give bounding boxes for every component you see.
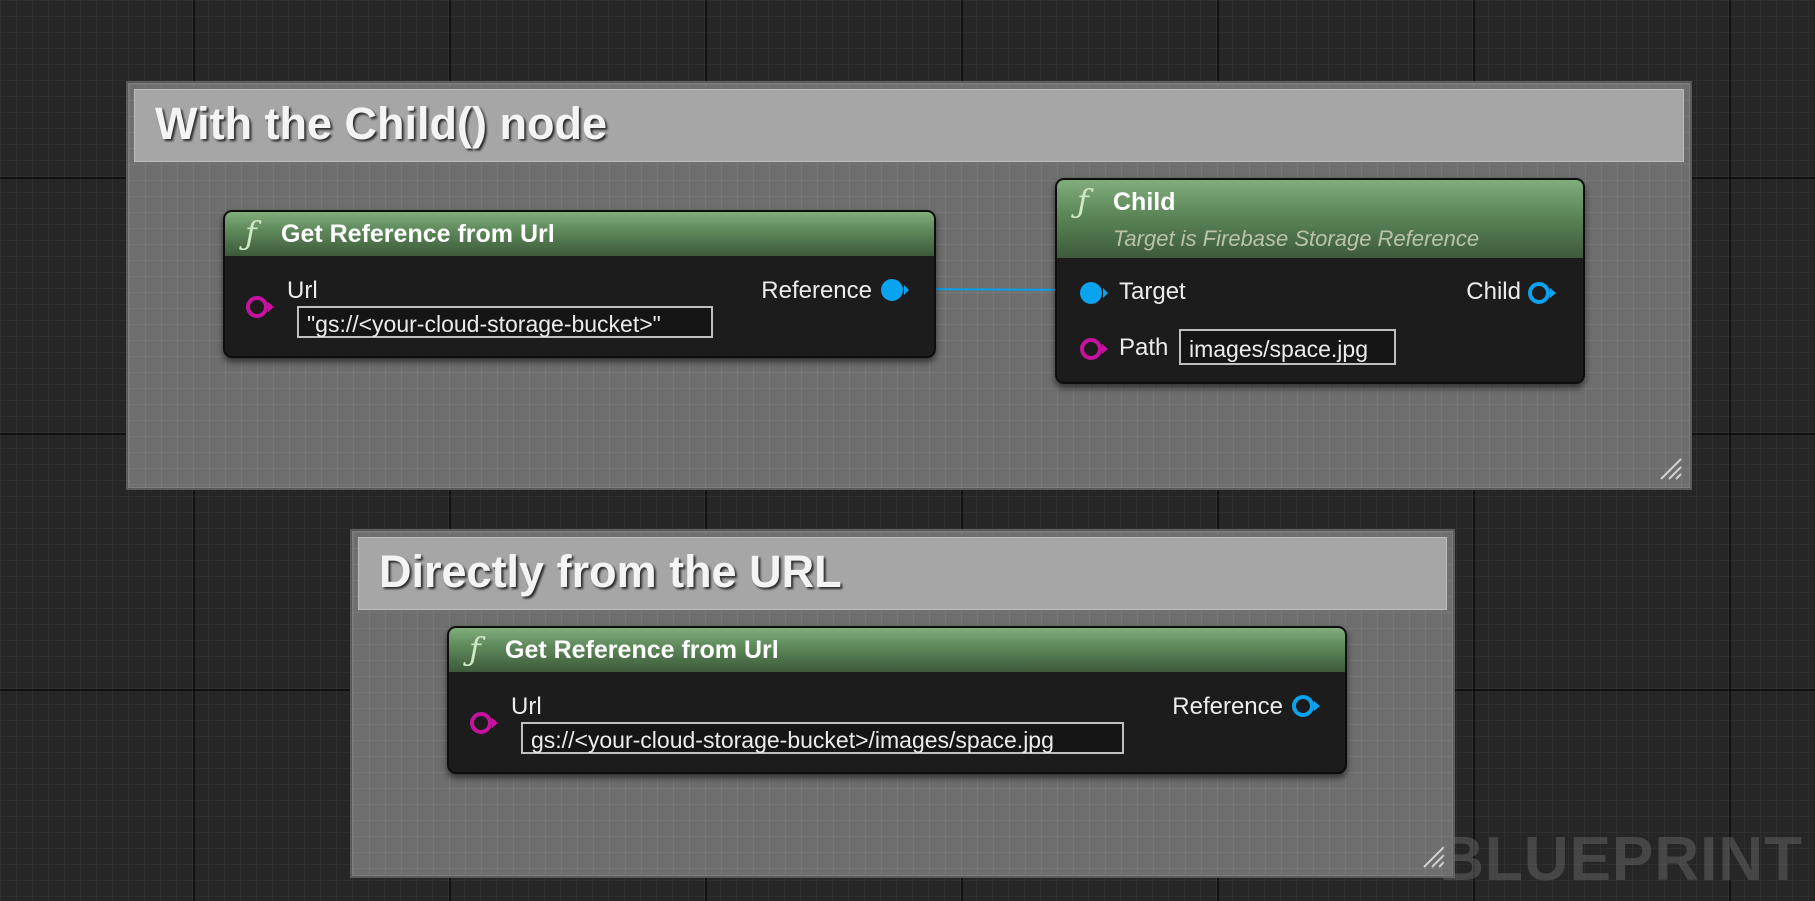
function-icon: ƒ — [245, 214, 257, 252]
child-pin-label: Child — [1466, 278, 1521, 305]
url-pin-label: Url — [287, 277, 318, 304]
object-pin-icon[interactable] — [880, 276, 910, 304]
node-child[interactable]: ƒ Child Target is Firebase Storage Refer… — [1055, 178, 1585, 384]
node-header[interactable]: ƒ Child Target is Firebase Storage Refer… — [1057, 180, 1583, 258]
node-title: Get Reference from Url — [281, 220, 555, 248]
node-title: Get Reference from Url — [505, 636, 779, 664]
path-input-field[interactable]: images/space.jpg — [1179, 329, 1396, 365]
reference-pin-label: Reference — [761, 277, 872, 304]
string-pin-icon[interactable] — [1079, 335, 1109, 363]
reference-pin-label: Reference — [1172, 693, 1283, 720]
url-input-field[interactable]: gs://<your-cloud-storage-bucket>/images/… — [521, 722, 1124, 754]
object-pin-icon[interactable] — [1079, 279, 1109, 307]
object-pin-icon[interactable] — [1527, 279, 1557, 307]
node-subtitle: Target is Firebase Storage Reference — [1113, 226, 1480, 251]
function-icon: ƒ — [469, 630, 481, 668]
string-pin-icon[interactable] — [469, 709, 499, 737]
object-pin-icon[interactable] — [1291, 692, 1321, 720]
node-get-reference-from-url[interactable]: ƒ Get Reference from Url Url "gs://<your… — [223, 210, 936, 358]
node-header[interactable]: ƒ Get Reference from Url — [449, 628, 1345, 672]
blueprint-watermark: BLUEPRINT — [1439, 825, 1803, 894]
string-pin-icon[interactable] — [245, 293, 275, 321]
node-get-reference-from-url[interactable]: ƒ Get Reference from Url Url gs://<your-… — [447, 626, 1347, 774]
url-pin-label: Url — [511, 693, 542, 720]
node-header[interactable]: ƒ Get Reference from Url — [225, 212, 934, 256]
node-title: Child — [1113, 188, 1176, 216]
target-pin-label: Target — [1119, 278, 1186, 305]
path-pin-label: Path — [1119, 334, 1169, 361]
url-input-field[interactable]: "gs://<your-cloud-storage-bucket>" — [297, 306, 713, 338]
function-icon: ƒ — [1077, 182, 1089, 220]
